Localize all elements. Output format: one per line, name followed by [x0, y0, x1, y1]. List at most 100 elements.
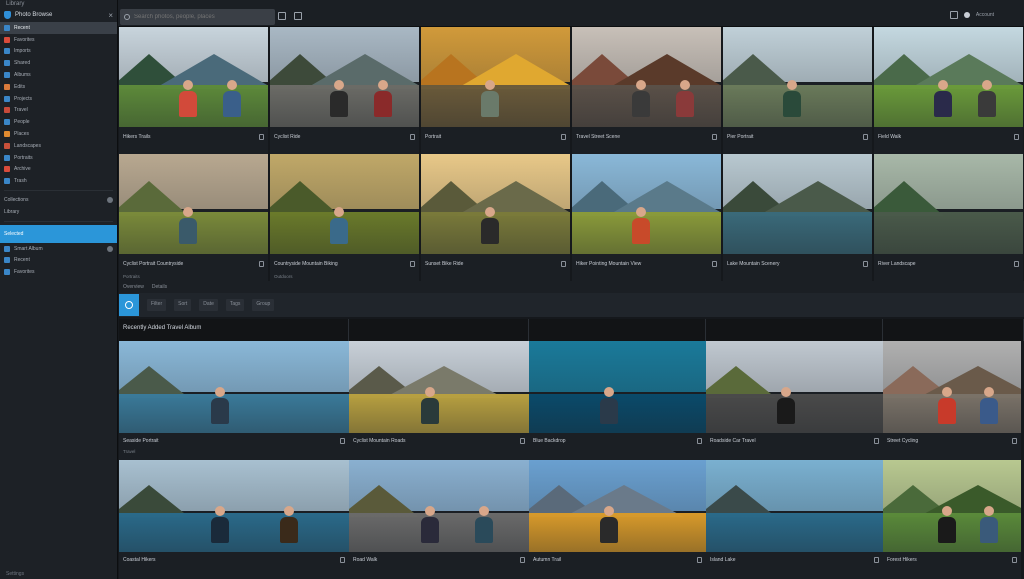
photo-thumbnail[interactable] [883, 341, 1021, 433]
photo-thumbnail[interactable] [421, 154, 570, 254]
tab-overview[interactable]: Overview [123, 284, 144, 290]
toggle-icon[interactable] [107, 245, 113, 252]
info-icon[interactable] [259, 134, 264, 140]
sidebar-item-favorites[interactable]: Favorites [0, 34, 117, 46]
photo-card[interactable]: Countryside Mountain Biking Outdoors [270, 154, 419, 281]
info-icon[interactable] [1012, 557, 1017, 563]
info-icon[interactable] [1014, 134, 1019, 140]
info-icon[interactable] [1014, 261, 1019, 267]
photo-thumbnail[interactable] [119, 27, 268, 127]
photo-card[interactable]: Blue Backdrop [529, 341, 706, 460]
close-icon[interactable]: × [108, 11, 113, 20]
photo-card[interactable]: Hikers Trails [119, 27, 268, 154]
photo-thumbnail[interactable] [706, 341, 883, 433]
sidebar-item-trash[interactable]: Trash [0, 175, 117, 187]
photo-thumbnail[interactable] [270, 27, 419, 127]
sidebar-group-library[interactable]: Library [0, 206, 117, 218]
filter-chip-tags[interactable]: Tags [225, 299, 245, 311]
photo-card[interactable]: Cyclist Portrait Countryside Portraits [119, 154, 268, 281]
photo-thumbnail[interactable] [421, 27, 570, 127]
info-icon[interactable] [259, 261, 264, 267]
photo-card[interactable]: Seaside Portrait Travel [119, 341, 349, 460]
photo-thumbnail[interactable] [270, 154, 419, 254]
photo-thumbnail[interactable] [883, 460, 1021, 552]
sidebar-group-collections[interactable]: Collections [0, 194, 117, 206]
info-icon[interactable] [410, 134, 415, 140]
info-icon[interactable] [561, 134, 566, 140]
photo-card[interactable]: Cyclist Mountain Roads [349, 341, 529, 460]
photo-thumbnail[interactable] [874, 27, 1023, 127]
photo-card[interactable]: Autumn Trail [529, 460, 706, 579]
sidebar-item-people[interactable]: People [0, 116, 117, 128]
sidebar-item-imports[interactable]: Imports [0, 46, 117, 58]
search-input[interactable] [134, 14, 264, 20]
photo-card[interactable]: Forest Hikers [883, 460, 1021, 579]
photo-thumbnail[interactable] [119, 154, 268, 254]
photo-thumbnail[interactable] [706, 460, 883, 552]
photo-card[interactable]: Cyclist Ride [270, 27, 419, 154]
sidebar-item-projects[interactable]: Projects [0, 93, 117, 105]
sidebar-sub-item[interactable]: Favorites [0, 266, 117, 278]
info-icon[interactable] [561, 261, 566, 267]
photo-card[interactable]: River Landscape [874, 154, 1023, 281]
display-icon[interactable] [949, 11, 958, 19]
photo-card[interactable]: Portrait [421, 27, 570, 154]
sidebar-item-shared[interactable]: Shared [0, 57, 117, 69]
refresh-button[interactable] [119, 294, 139, 316]
photo-thumbnail[interactable] [572, 27, 721, 127]
info-icon[interactable] [863, 134, 868, 140]
photo-thumbnail[interactable] [572, 154, 721, 254]
settings-link[interactable]: Settings [0, 569, 118, 579]
photo-thumbnail[interactable] [529, 460, 706, 552]
info-icon[interactable] [712, 134, 717, 140]
photo-card[interactable]: Hiker Pointing Mountain View [572, 154, 721, 281]
photo-thumbnail[interactable] [723, 154, 872, 254]
photo-thumbnail[interactable] [119, 460, 349, 552]
photo-card[interactable]: Pier Portrait [723, 27, 872, 154]
sidebar-item-travel[interactable]: Travel [0, 105, 117, 117]
sidebar-item-edits[interactable]: Edits [0, 81, 117, 93]
info-icon[interactable] [874, 438, 879, 444]
filter-chip-date[interactable]: Date [199, 299, 218, 311]
photo-card[interactable]: Lake Mountain Scenery [723, 154, 872, 281]
account-area[interactable]: Account [949, 11, 994, 19]
info-icon[interactable] [697, 438, 702, 444]
filter-chip-group[interactable]: Group [252, 299, 275, 311]
photo-card[interactable]: Sunset Bike Ride [421, 154, 570, 281]
photo-card[interactable]: Field Walk [874, 27, 1023, 154]
sidebar-sub-item[interactable]: Smart Album [0, 243, 117, 255]
photo-thumbnail[interactable] [723, 27, 872, 127]
info-icon[interactable] [520, 438, 525, 444]
filter-chip-sort[interactable]: Sort [174, 299, 192, 311]
tab-details[interactable]: Details [152, 284, 167, 290]
info-icon[interactable] [874, 557, 879, 563]
filter-chip-filter[interactable]: Filter [147, 299, 167, 311]
sidebar-item-albums[interactable]: Albums [0, 69, 117, 81]
info-icon[interactable] [712, 261, 717, 267]
photo-card[interactable]: Road Walk [349, 460, 529, 579]
photo-card[interactable]: Travel Street Scene [572, 27, 721, 154]
photo-card[interactable]: Island Lake [706, 460, 883, 579]
sidebar-item-recent[interactable]: Recent [0, 22, 117, 34]
photo-card[interactable]: Roadside Car Travel [706, 341, 883, 460]
photo-thumbnail[interactable] [119, 341, 349, 433]
info-icon[interactable] [410, 261, 415, 267]
search-box[interactable] [120, 9, 275, 25]
avatar[interactable] [963, 12, 970, 18]
info-icon[interactable] [697, 557, 702, 563]
sidebar-item-archive[interactable]: Archive [0, 164, 117, 176]
info-icon[interactable] [1012, 438, 1017, 444]
photo-thumbnail[interactable] [349, 460, 529, 552]
sidebar-item-places[interactable]: Places [0, 128, 117, 140]
view-toggle-icon[interactable] [278, 12, 286, 20]
expand-icon[interactable] [107, 197, 113, 204]
sidebar-item-portraits[interactable]: Portraits [0, 152, 117, 164]
sidebar-item-landscapes[interactable]: Landscapes [0, 140, 117, 152]
info-icon[interactable] [340, 438, 345, 444]
photo-thumbnail[interactable] [349, 341, 529, 433]
info-icon[interactable] [863, 261, 868, 267]
photo-thumbnail[interactable] [874, 154, 1023, 254]
sidebar-sub-item[interactable]: Recent [0, 255, 117, 267]
info-icon[interactable] [340, 557, 345, 563]
photo-card[interactable]: Coastal Hikers [119, 460, 349, 579]
